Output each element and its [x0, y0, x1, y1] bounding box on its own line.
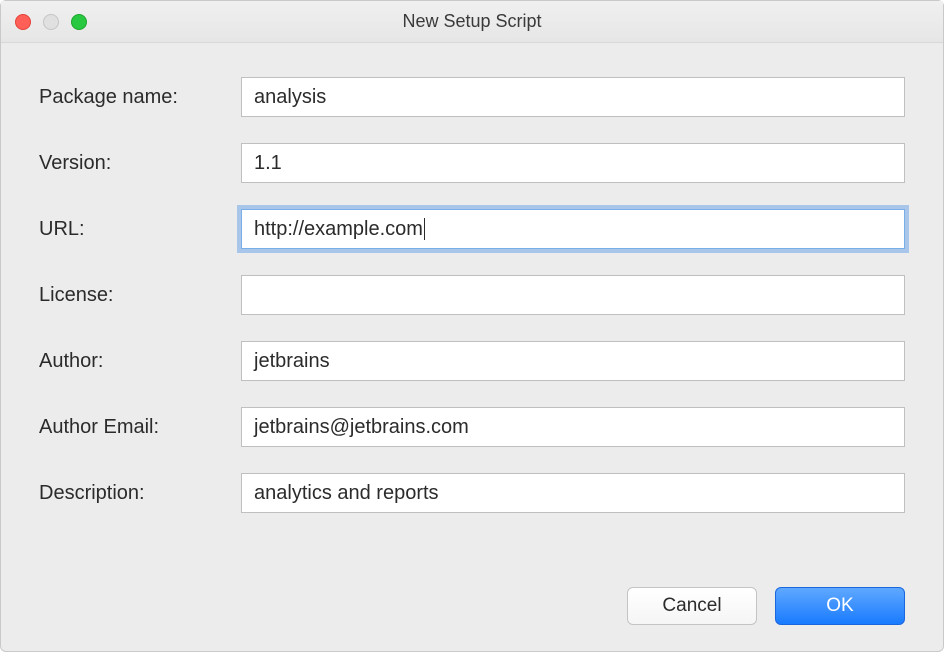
url-input[interactable]: http://example.com [241, 209, 905, 249]
author-email-input[interactable]: jetbrains@jetbrains.com [241, 407, 905, 447]
ok-button[interactable]: OK [775, 587, 905, 625]
license-label: License: [39, 284, 229, 307]
window-title: New Setup Script [1, 11, 943, 32]
author-email-value: jetbrains@jetbrains.com [254, 408, 469, 446]
cancel-button[interactable]: Cancel [627, 587, 757, 625]
license-input[interactable] [241, 275, 905, 315]
button-row: Cancel OK [39, 567, 905, 629]
minimize-icon [43, 14, 59, 30]
description-value: analytics and reports [254, 474, 439, 512]
url-value: http://example.com [254, 210, 423, 248]
window-controls [1, 14, 87, 30]
zoom-icon[interactable] [71, 14, 87, 30]
author-label: Author: [39, 350, 229, 373]
author-value: jetbrains [254, 342, 330, 380]
package-name-value: analysis [254, 78, 326, 116]
description-label: Description: [39, 482, 229, 505]
titlebar: New Setup Script [1, 1, 943, 43]
url-label: URL: [39, 218, 229, 241]
package-name-input[interactable]: analysis [241, 77, 905, 117]
cancel-button-label: Cancel [662, 595, 721, 617]
dialog-content: Package name: analysis Version: 1.1 URL:… [1, 43, 943, 651]
description-input[interactable]: analytics and reports [241, 473, 905, 513]
close-icon[interactable] [15, 14, 31, 30]
dialog-window: New Setup Script Package name: analysis … [0, 0, 944, 652]
author-email-label: Author Email: [39, 416, 229, 439]
package-name-label: Package name: [39, 86, 229, 109]
author-input[interactable]: jetbrains [241, 341, 905, 381]
text-caret [424, 218, 425, 240]
version-input[interactable]: 1.1 [241, 143, 905, 183]
ok-button-label: OK [826, 595, 853, 617]
version-value: 1.1 [254, 144, 282, 182]
form: Package name: analysis Version: 1.1 URL:… [39, 77, 905, 513]
version-label: Version: [39, 152, 229, 175]
